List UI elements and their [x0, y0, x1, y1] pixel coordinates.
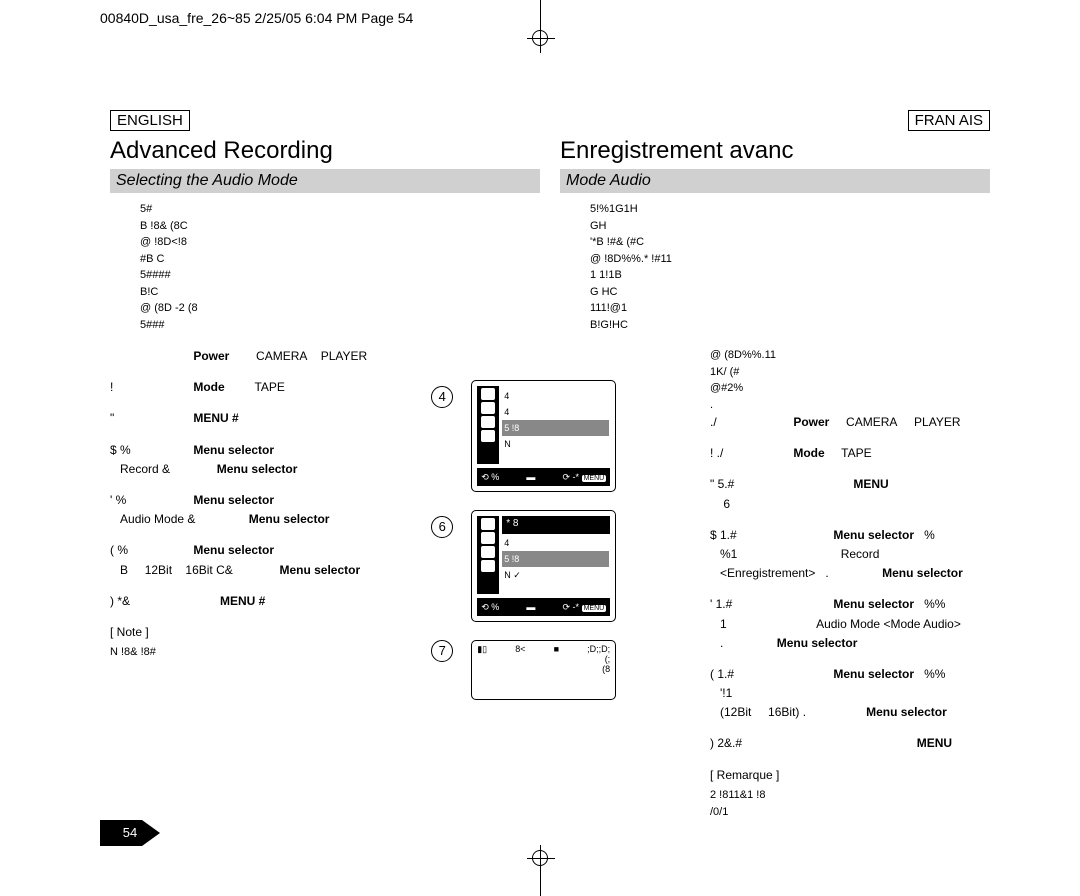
- registration-target-bottom: [532, 850, 548, 866]
- lang-label-english: ENGLISH: [110, 110, 190, 131]
- camcorder-screen-3: ▮▯ 8< ■ ;D;;D; (; (8: [471, 640, 616, 700]
- registration-target-top: [532, 30, 548, 46]
- screen-illustrations: 4 4 4 5 !8 N: [471, 380, 626, 700]
- camera-icon: [481, 532, 495, 544]
- note-body-right: 2 !811&1 !8 /0/1: [710, 787, 990, 822]
- battery-icon: ▮▯: [477, 644, 487, 674]
- print-header: 00840D_usa_fre_26~85 2/25/05 6:04 PM Pag…: [100, 10, 413, 26]
- icon-column: [477, 386, 499, 464]
- gear-icon: [481, 560, 495, 572]
- note-header-right: [ Remarque ]: [710, 766, 990, 785]
- section-left: Selecting the Audio Mode: [110, 169, 540, 193]
- intro-left: 5# B !8& (8C @ !8D<!8 #B C 5#### B!C @ (…: [110, 201, 540, 333]
- camera-icon: [481, 402, 495, 414]
- camcorder-icon: [481, 388, 495, 400]
- display-icon: [481, 546, 495, 558]
- camcorder-screen-2: * 8 4 5 !8 N ✓ ⟲ % ▬ ⟳ -* MENU: [471, 510, 616, 622]
- section-right: Mode Audio: [560, 169, 990, 193]
- display-icon: [481, 416, 495, 428]
- lang-label-francais: FRAN AIS: [908, 110, 990, 131]
- intro-right: 5!%1G1H GH '*B !#& (#C @ !8D%%.* !#11 1 …: [560, 201, 990, 333]
- icon-column: [477, 516, 499, 594]
- camcorder-screen-1: 4 4 5 !8 N ⟲ % ▬ ⟳ -* MENU: [471, 380, 616, 492]
- title-right: Enregistrement avanc: [560, 137, 990, 165]
- gear-icon: [481, 430, 495, 442]
- title-left: Advanced Recording: [110, 137, 540, 165]
- stop-icon: ■: [554, 644, 559, 674]
- camcorder-icon: [481, 518, 495, 530]
